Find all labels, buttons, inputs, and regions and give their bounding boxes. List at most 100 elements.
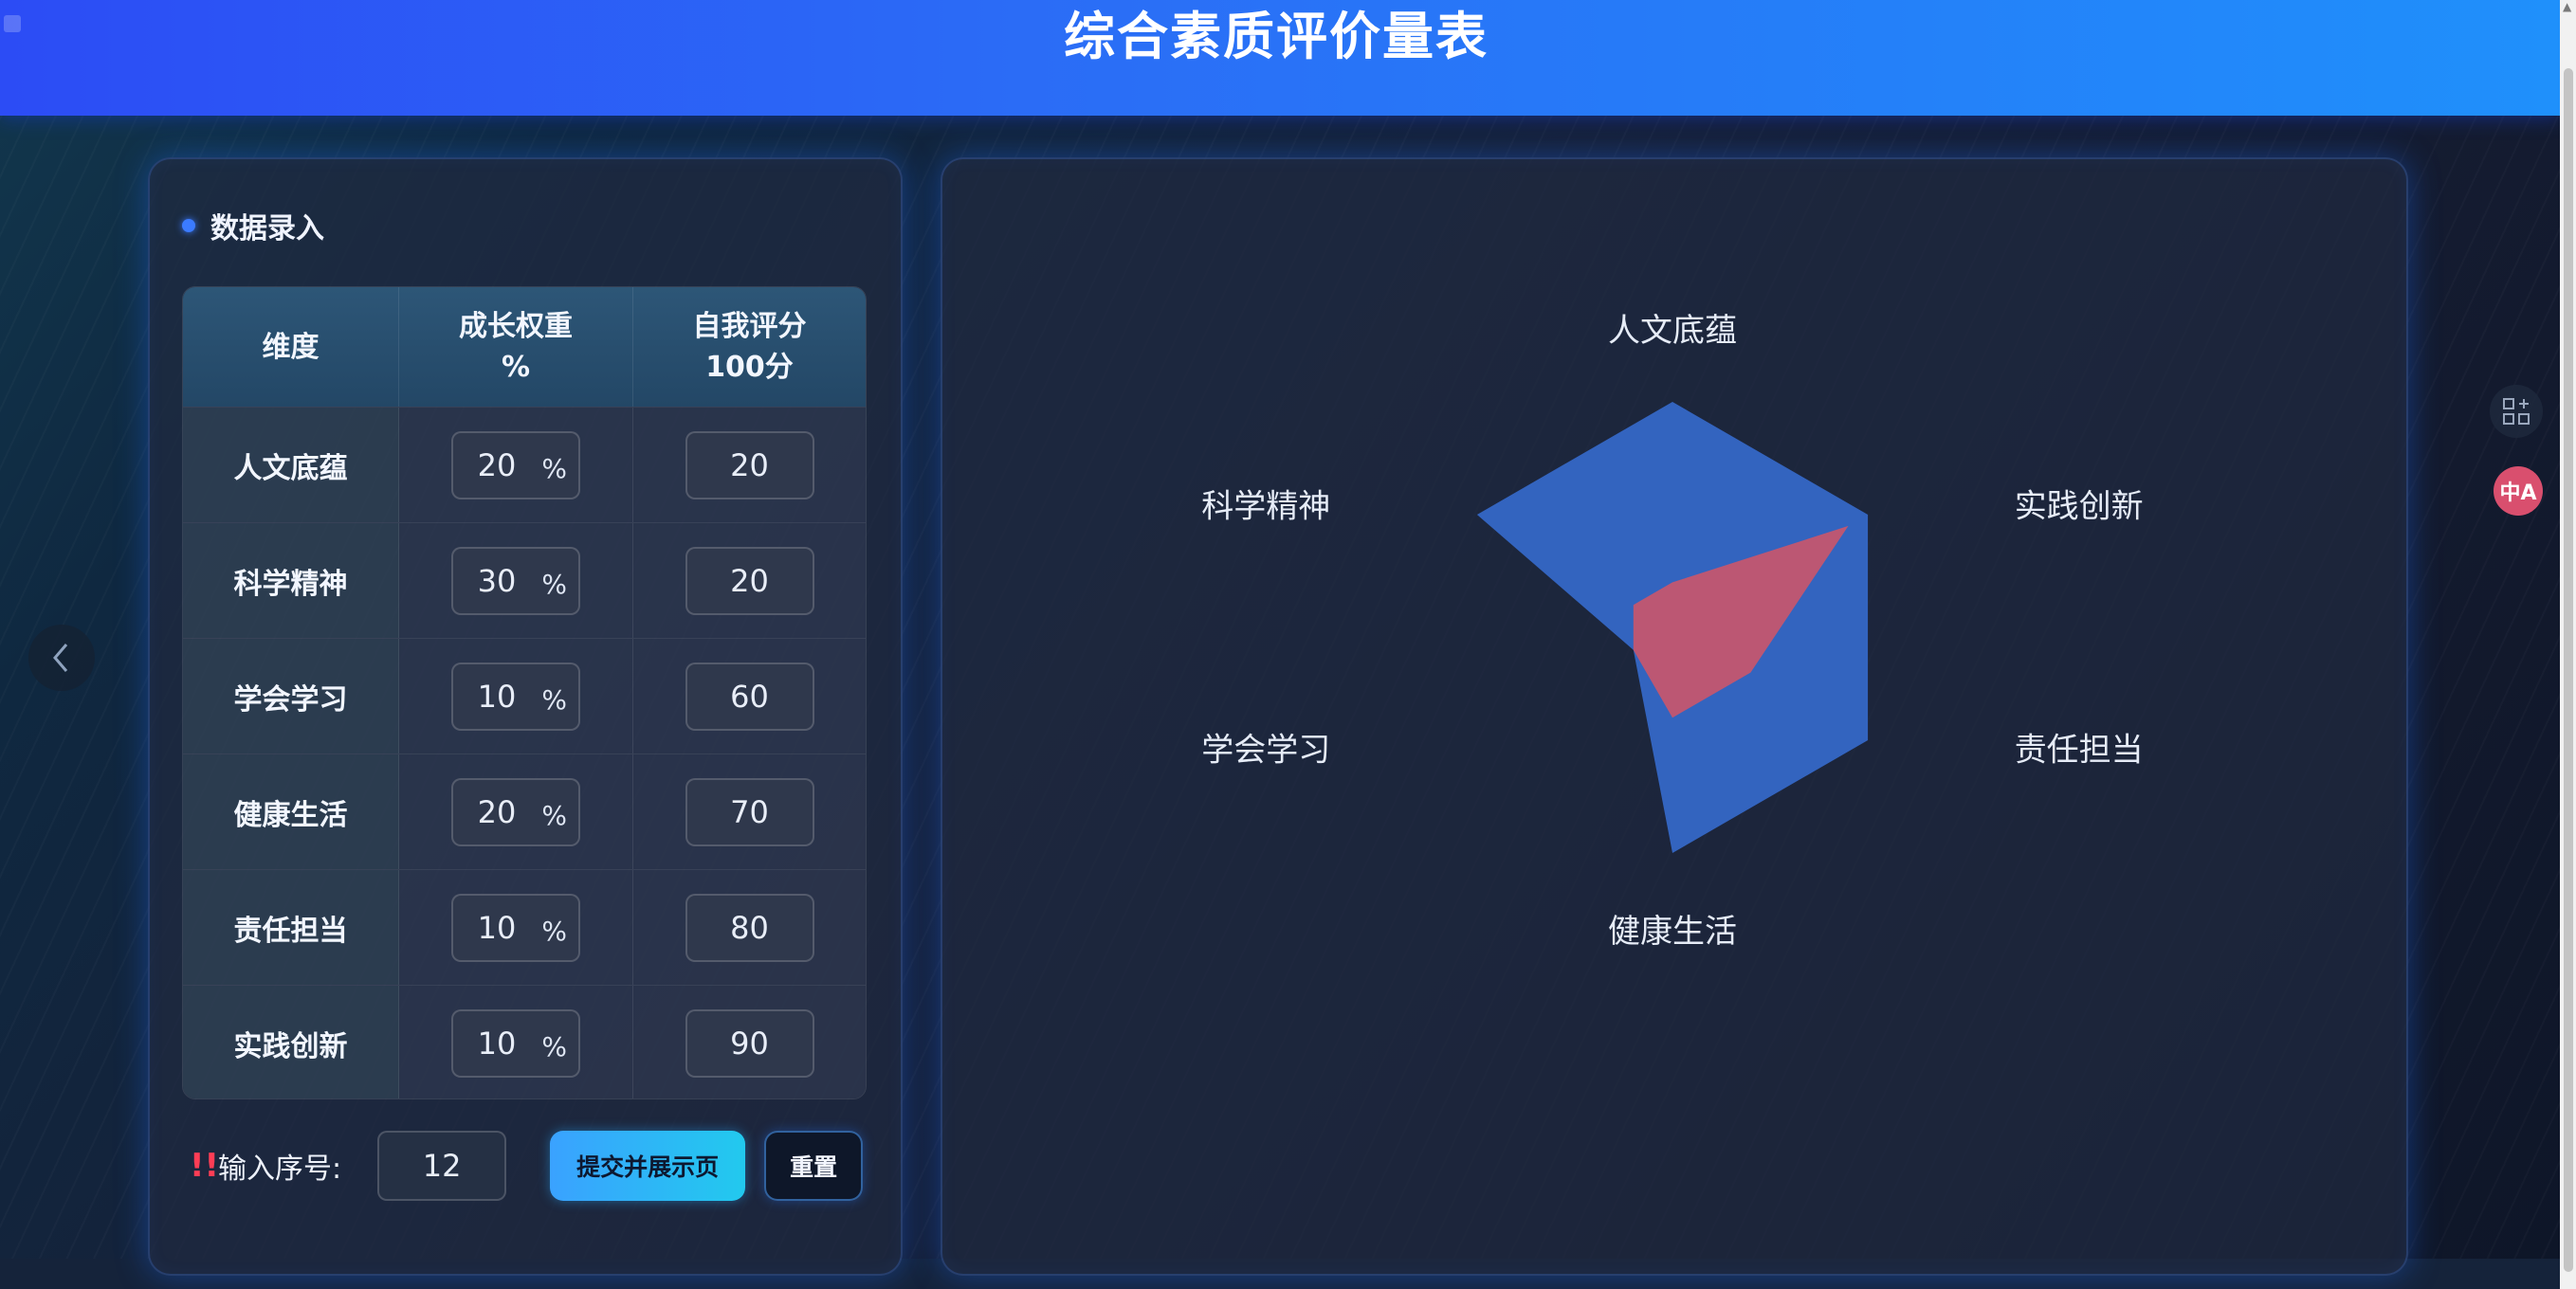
app-header: 综合素质评价量表 bbox=[0, 0, 2560, 116]
table-row: 责任担当 10% 80 bbox=[183, 869, 866, 985]
header-score: 自我评分 100分 bbox=[633, 287, 866, 407]
weight-value: 20 bbox=[477, 446, 517, 483]
score-cell: 20 bbox=[633, 523, 866, 638]
weight-cell: 10% bbox=[399, 870, 633, 985]
table-row: 人文底蕴 20% 20 bbox=[183, 407, 866, 522]
header-weight: 成长权重 % bbox=[399, 287, 633, 407]
header-score-line1: 自我评分 bbox=[692, 310, 807, 343]
vertical-scrollbar[interactable]: ▲ bbox=[2560, 0, 2576, 1289]
weight-value: 20 bbox=[477, 793, 517, 830]
table-row: 健康生活 20% 70 bbox=[183, 753, 866, 869]
score-value: 70 bbox=[730, 793, 769, 830]
grid-add-button[interactable] bbox=[2490, 385, 2543, 438]
score-input[interactable]: 80 bbox=[685, 893, 814, 962]
score-cell: 60 bbox=[633, 639, 866, 753]
weight-input[interactable]: 10% bbox=[451, 1008, 580, 1078]
entry-table: 维度 成长权重 % 自我评分 100分 人文底蕴 20% 20 科学精神 30 … bbox=[182, 286, 867, 1099]
percent-unit: % bbox=[541, 1030, 567, 1062]
radar-axis-label: 科学精神 bbox=[1201, 487, 1330, 525]
weight-value: 30 bbox=[477, 562, 517, 599]
score-input[interactable]: 20 bbox=[685, 546, 814, 615]
dimension-cell: 学会学习 bbox=[183, 639, 399, 753]
bullet-dot-icon bbox=[182, 219, 195, 232]
submit-button[interactable]: 提交并展示页 bbox=[550, 1131, 746, 1201]
score-input[interactable]: 20 bbox=[685, 430, 814, 499]
weight-cell: 20% bbox=[399, 754, 633, 869]
scroll-thumb[interactable] bbox=[2564, 68, 2573, 1272]
header-score-label: 自我评分 100分 bbox=[693, 306, 807, 388]
score-input[interactable]: 70 bbox=[685, 777, 814, 846]
prev-button[interactable] bbox=[28, 625, 95, 691]
dimension-cell: 实践创新 bbox=[183, 986, 399, 1098]
section-header: 数据录入 bbox=[182, 205, 324, 246]
percent-unit: % bbox=[541, 915, 567, 947]
percent-unit: % bbox=[541, 683, 567, 716]
table-row: 学会学习 10% 60 bbox=[183, 638, 866, 753]
radar-axis-label: 健康生活 bbox=[1608, 913, 1737, 951]
header-dimension: 维度 bbox=[183, 287, 399, 407]
score-value: 60 bbox=[730, 678, 769, 715]
score-cell: 70 bbox=[633, 754, 866, 869]
score-cell: 90 bbox=[633, 986, 866, 1098]
dimension-cell: 健康生活 bbox=[183, 754, 399, 869]
radar-axis-label: 学会学习 bbox=[1201, 732, 1330, 770]
translate-icon: 中A bbox=[2499, 481, 2537, 505]
section-title: 数据录入 bbox=[210, 212, 324, 245]
weight-input[interactable]: 20% bbox=[451, 777, 580, 846]
dimension-label: 健康生活 bbox=[233, 798, 348, 832]
grid-add-icon bbox=[2503, 398, 2530, 425]
score-value: 20 bbox=[730, 562, 769, 599]
weight-input[interactable]: 10% bbox=[451, 893, 580, 962]
score-input[interactable]: 90 bbox=[685, 1008, 814, 1078]
table-row: 科学精神 30% 20 bbox=[183, 522, 866, 638]
header-dimension-label: 维度 bbox=[262, 330, 320, 364]
weight-input[interactable]: 30% bbox=[451, 546, 580, 615]
reset-button[interactable]: 重置 bbox=[764, 1131, 864, 1201]
percent-unit: % bbox=[541, 452, 567, 484]
percent-unit: % bbox=[541, 568, 567, 600]
score-cell: 80 bbox=[633, 870, 866, 985]
chevron-left-icon bbox=[53, 644, 68, 672]
weight-cell: 20% bbox=[399, 408, 633, 522]
translate-button[interactable]: 中A bbox=[2494, 466, 2543, 516]
score-input[interactable]: 60 bbox=[685, 662, 814, 731]
dimension-label: 科学精神 bbox=[233, 567, 348, 601]
header-weight-label: 成长权重 % bbox=[459, 306, 573, 388]
seq-label: 输入序号: bbox=[218, 1153, 342, 1186]
dimension-label: 人文底蕴 bbox=[233, 451, 348, 485]
radar-chart: 人文底蕴实践创新责任担当健康生活 学会学习 科学精神 bbox=[1201, 312, 2144, 951]
weight-input[interactable]: 20% bbox=[451, 430, 580, 499]
score-value: 80 bbox=[730, 909, 769, 946]
page-title: 综合素质评价量表 bbox=[1064, 7, 1489, 66]
header-weight-line1: 成长权重 bbox=[459, 310, 573, 343]
header-score-line2: 100分 bbox=[705, 351, 794, 384]
weight-cell: 10% bbox=[399, 639, 633, 753]
seq-number-input[interactable]: 12 bbox=[377, 1131, 507, 1201]
score-value: 20 bbox=[730, 446, 769, 483]
dimension-cell: 人文底蕴 bbox=[183, 408, 399, 522]
dimension-cell: 科学精神 bbox=[183, 523, 399, 638]
radar-axis-label: 责任担当 bbox=[2015, 732, 2144, 770]
weight-cell: 10% bbox=[399, 986, 633, 1098]
scroll-up-icon[interactable]: ▲ bbox=[2563, 0, 2571, 13]
dimension-cell: 责任担当 bbox=[183, 870, 399, 985]
weight-value: 10 bbox=[477, 909, 517, 946]
radar-axis-label: 人文底蕴 bbox=[1608, 312, 1737, 350]
radar-axis-label: 实践创新 bbox=[2015, 487, 2144, 525]
weight-input[interactable]: 10% bbox=[451, 662, 580, 731]
table-row: 实践创新 10% 90 bbox=[183, 985, 866, 1098]
dimension-label: 学会学习 bbox=[233, 682, 348, 717]
table-header-row: 维度 成长权重 % 自我评分 100分 bbox=[183, 287, 866, 407]
dimension-label: 实践创新 bbox=[233, 1029, 348, 1063]
score-value: 90 bbox=[730, 1025, 769, 1062]
percent-unit: % bbox=[541, 799, 567, 831]
weight-cell: 30% bbox=[399, 523, 633, 638]
score-cell: 20 bbox=[633, 408, 866, 522]
weight-value: 10 bbox=[477, 1025, 517, 1062]
data-entry-panel: 数据录入 维度 成长权重 % 自我评分 100分 人文底蕴 20% 20 科学精… bbox=[148, 157, 903, 1276]
header-weight-line2: % bbox=[501, 351, 531, 384]
dimension-label: 责任担当 bbox=[233, 914, 348, 948]
warning-icon: !! bbox=[190, 1147, 220, 1185]
footer-controls: !! 输入序号: 12 提交并展示页 重置 bbox=[182, 1130, 864, 1202]
weight-value: 10 bbox=[477, 678, 517, 715]
